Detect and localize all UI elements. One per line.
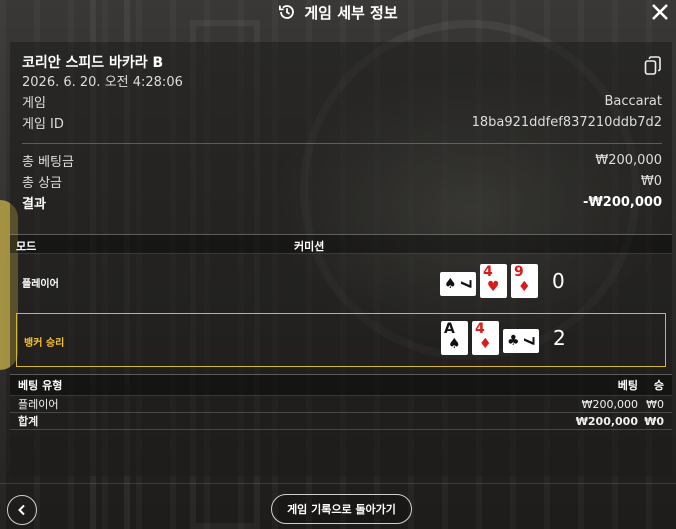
column-header: 모드 커미션 [10,234,672,254]
footer-divider [0,483,676,484]
game-type-row: 게임 Baccarat [22,94,662,111]
card: 9 ♦ [511,264,538,298]
game-id-row: 게임 ID 18ba921ddfef837210ddb7d2 [22,115,662,132]
banker-cards: A ♠ 4 ♦ ♣ 7 2 [441,321,566,355]
back-to-history-button[interactable]: 게임 기록으로 돌아가기 [271,494,412,524]
back-button[interactable] [7,495,37,525]
card: 4 ♥ [480,264,507,298]
table-row: 플레이어 ₩200,000 ₩0 [10,396,672,413]
result-row: 결과 -₩200,000 [22,195,662,212]
chevron-left-icon [18,504,25,516]
header: 게임 세부 정보 [0,0,676,24]
card: ♣ 7 [503,329,539,353]
page-title: 게임 세부 정보 [304,3,398,22]
game-datetime: 2026. 6. 20. 오전 4:28:06 [22,75,183,90]
total-win-row: 총 상금 ₩0 [22,174,662,191]
history-icon [279,5,295,19]
bet-table: 베팅 유형 베팅 승 플레이어 ₩200,000 ₩0 합계 ₩200,000 … [10,374,672,430]
table-name: 코리안 스피드 바카라 B [22,55,164,71]
game-details-panel: 코리안 스피드 바카라 B 2026. 6. 20. 오전 4:28:06 게임… [10,42,672,476]
card: A ♠ [441,321,468,355]
mode-column: 모드 [10,234,288,254]
bet-table-header: 베팅 유형 베팅 승 [10,374,672,396]
player-score: 0 [552,269,565,293]
banker-win-label: 뱅커 승리 [24,338,65,349]
total-row: 합계 ₩200,000 ₩0 [10,413,672,430]
close-icon[interactable] [650,2,670,22]
player-label: 플레이어 [22,279,59,290]
card: ♠ 7 [440,272,476,296]
player-cards: ♠ 7 4 ♥ 9 ♦ 0 [440,264,565,298]
player-hand: 플레이어 ♠ 7 4 ♥ 9 ♦ 0 [10,258,672,308]
commission-column: 커미션 [288,234,672,254]
card: 4 ♦ [472,321,499,355]
banker-hand: 뱅커 승리 A ♠ 4 ♦ ♣ 7 2 [16,313,666,367]
banker-score: 2 [553,326,566,350]
total-bet-row: 총 베팅금 ₩200,000 [22,153,662,170]
game-info: 코리안 스피드 바카라 B 2026. 6. 20. 오전 4:28:06 게임… [22,52,662,213]
